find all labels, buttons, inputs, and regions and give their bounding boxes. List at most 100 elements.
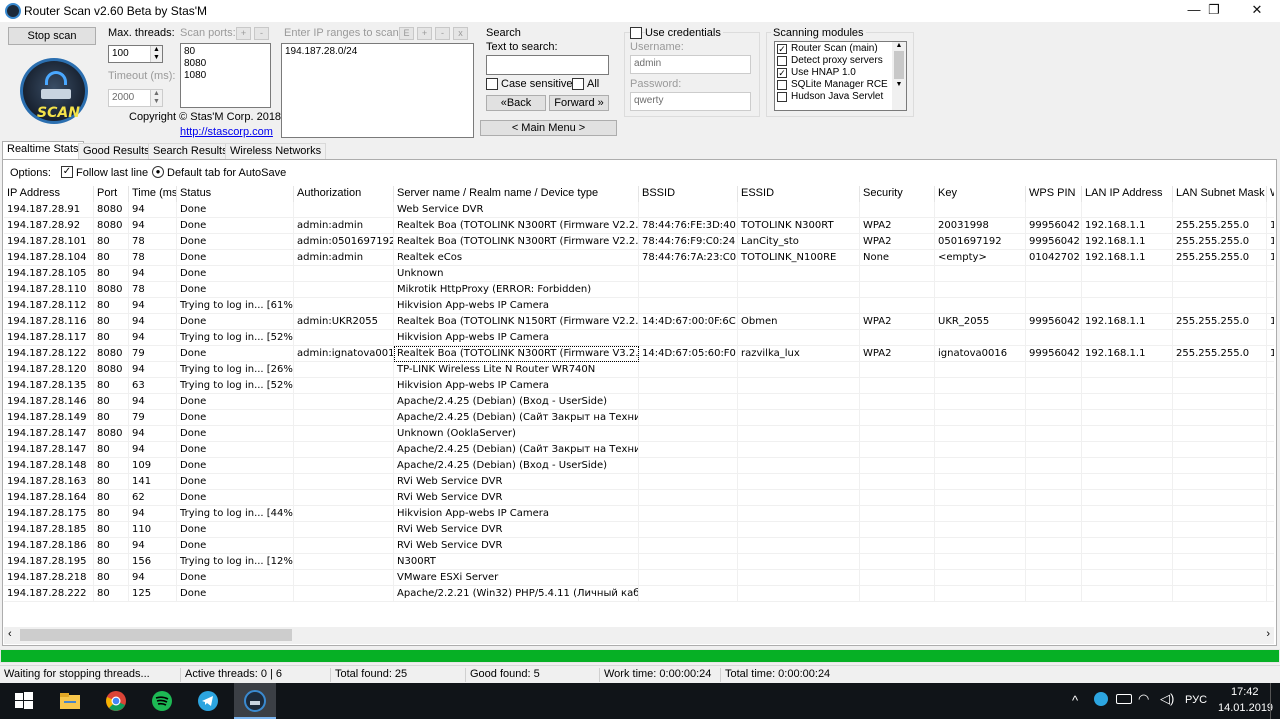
spotify-icon[interactable] [150, 689, 174, 713]
file-explorer-icon[interactable] [58, 689, 82, 713]
tab-good-results[interactable]: Good Results [78, 143, 155, 159]
forward-button[interactable]: Forward » [549, 95, 609, 111]
table-row[interactable]: 194.187.28.122 8080 79 Done admin:ignatova00… [4, 346, 1274, 362]
table-row[interactable]: 194.187.28.218 80 94 Done VMware ESXi Server [4, 570, 1274, 586]
table-row[interactable]: 194.187.28.147 8080 94 Done Unknown (OoklaSe… [4, 426, 1274, 442]
port-item[interactable]: 8080 [184, 58, 267, 70]
column-header[interactable]: Time (ms) [129, 186, 177, 202]
module-item[interactable]: ✓ Use HNAP 1.0 [777, 67, 904, 79]
module-checkbox[interactable] [777, 80, 787, 90]
telegram-icon[interactable] [196, 689, 220, 713]
column-header[interactable]: Security [860, 186, 935, 202]
tray-overflow-icon[interactable]: ^ [1072, 693, 1078, 708]
module-checkbox[interactable] [777, 56, 787, 66]
close-button[interactable]: ✕ [1237, 0, 1277, 22]
volume-icon[interactable]: ◁) [1160, 691, 1174, 707]
all-checkbox[interactable] [572, 78, 584, 90]
scanning-modules-list[interactable]: ✓ Router Scan (main) Detect proxy servers ✓… [774, 41, 907, 111]
default-tab-radio[interactable]: ● [152, 166, 164, 178]
ip-range-item[interactable]: 194.187.28.0/24 [285, 46, 470, 57]
column-header[interactable]: IP Address [4, 186, 94, 202]
table-row[interactable]: 194.187.28.105 80 94 Done Unknown [4, 266, 1274, 282]
tab-wireless-networks[interactable]: Wireless Networks [225, 143, 327, 159]
follow-last-line-checkbox[interactable]: ✓ [61, 166, 73, 178]
add-port-button[interactable]: + [236, 27, 251, 40]
windows-start-icon[interactable] [12, 689, 36, 713]
module-item[interactable]: SQLite Manager RCE [777, 79, 904, 91]
port-item[interactable]: 80 [184, 46, 267, 58]
timeout-spinner[interactable]: ▲ ▼ [150, 90, 162, 106]
clock-date[interactable]: 14.01.2019 [1218, 702, 1273, 714]
column-header[interactable]: Authorization [294, 186, 394, 202]
tab-search-results[interactable]: Search Results [148, 143, 233, 159]
table-row[interactable]: 194.187.28.146 80 94 Done Apache/2.4.25 (Deb… [4, 394, 1274, 410]
table-row[interactable]: 194.187.28.120 8080 94 Trying to log in... … [4, 362, 1274, 378]
table-row[interactable]: 194.187.28.91 8080 94 Done Web Service DVR [4, 202, 1274, 218]
column-header[interactable]: Port [94, 186, 129, 202]
table-row[interactable]: 194.187.28.186 80 94 Done RVi Web Service DV… [4, 538, 1274, 554]
timeout-input[interactable]: 2000 ▲ ▼ [108, 89, 163, 107]
chrome-icon[interactable] [104, 689, 128, 713]
use-credentials-checkbox[interactable] [630, 27, 642, 39]
table-row[interactable]: 194.187.28.164 80 62 Done RVi Web Service DV… [4, 490, 1274, 506]
column-header[interactable]: WPS PIN [1026, 186, 1082, 202]
scan-ports-list[interactable]: 80 8080 1080 [180, 43, 271, 108]
stop-scan-button[interactable]: Stop scan [8, 27, 96, 45]
column-header[interactable]: Status [177, 186, 294, 202]
column-header[interactable]: LAN IP Address [1082, 186, 1173, 202]
table-row[interactable]: 194.187.28.116 80 94 Done admin:UKR2055 Realt… [4, 314, 1274, 330]
column-header[interactable]: Key [935, 186, 1026, 202]
module-item[interactable]: ✓ Router Scan (main) [777, 43, 904, 55]
table-row[interactable]: 194.187.28.222 80 125 Done Apache/2.2.21 (Wi… [4, 586, 1274, 602]
table-row[interactable]: 194.187.28.92 8080 94 Done admin:admin Realte… [4, 218, 1274, 234]
case-sensitive-checkbox[interactable] [486, 78, 498, 90]
table-row[interactable]: 194.187.28.117 80 94 Trying to log in... [5… [4, 330, 1274, 346]
add-range-button[interactable]: + [417, 27, 432, 40]
table-row[interactable]: 194.187.28.148 80 109 Done Apache/2.4.25 (De… [4, 458, 1274, 474]
wifi-tray-icon[interactable]: ◠ [1138, 691, 1149, 707]
language-indicator[interactable]: РУС [1185, 694, 1207, 706]
table-row[interactable]: 194.187.28.147 80 94 Done Apache/2.4.25 (Deb… [4, 442, 1274, 458]
router-scan-taskbar-icon[interactable] [234, 683, 276, 719]
table-row[interactable]: 194.187.28.185 80 110 Done RVi Web Service D… [4, 522, 1274, 538]
horizontal-scrollbar[interactable]: ‹ › [4, 627, 1274, 644]
column-header[interactable]: Server name / Realm name / Device type [394, 186, 639, 202]
scroll-right-icon[interactable]: › [1266, 628, 1270, 640]
column-header[interactable]: LAN Subnet Mask [1173, 186, 1267, 202]
scrollbar-thumb[interactable] [20, 629, 292, 641]
clock-time[interactable]: 17:42 [1231, 686, 1259, 698]
username-input[interactable]: admin [630, 55, 751, 74]
module-checkbox[interactable]: ✓ [777, 68, 787, 78]
table-row[interactable]: 194.187.28.110 8080 78 Done Mikrotik HttpPro… [4, 282, 1274, 298]
table-row[interactable]: 194.187.28.175 80 94 Trying to log in... [4… [4, 506, 1274, 522]
scroll-left-icon[interactable]: ‹ [8, 628, 12, 640]
results-table[interactable]: IP Address Port Time (ms) Status Authorizati… [4, 186, 1274, 602]
remove-range-button[interactable]: - [435, 27, 450, 40]
module-item[interactable]: Detect proxy servers [777, 55, 904, 67]
show-desktop-button[interactable] [1270, 683, 1271, 719]
column-header[interactable]: BSSID [639, 186, 738, 202]
max-threads-spinner[interactable]: ▲ ▼ [150, 46, 162, 62]
password-input[interactable]: qwerty [630, 92, 751, 111]
table-row[interactable]: 194.187.28.135 80 63 Trying to log in... [5… [4, 378, 1274, 394]
modules-scrollbar[interactable]: ▲ ▼ [892, 42, 906, 110]
column-header[interactable]: W [1267, 186, 1274, 202]
website-link[interactable]: http://stascorp.com [180, 126, 273, 138]
port-item[interactable]: 1080 [184, 70, 267, 82]
tab-realtime-stats[interactable]: Realtime Stats [2, 141, 84, 160]
module-item[interactable]: Hudson Java Servlet [777, 91, 904, 103]
clear-ranges-button[interactable]: x [453, 27, 468, 40]
edit-range-button[interactable]: E [399, 27, 414, 40]
maximize-button[interactable]: ❐ [1194, 0, 1234, 22]
module-checkbox[interactable]: ✓ [777, 44, 787, 54]
main-menu-button[interactable]: < Main Menu > [480, 120, 617, 136]
table-row[interactable]: 194.187.28.149 80 79 Done Apache/2.4.25 (Deb… [4, 410, 1274, 426]
remove-port-button[interactable]: - [254, 27, 269, 40]
table-row[interactable]: 194.187.28.112 80 94 Trying to log in... [6… [4, 298, 1274, 314]
table-row[interactable]: 194.187.28.163 80 141 Done RVi Web Service D… [4, 474, 1274, 490]
max-threads-input[interactable]: 100 ▲ ▼ [108, 45, 163, 63]
column-header[interactable]: ESSID [738, 186, 860, 202]
ip-ranges-list[interactable]: 194.187.28.0/24 [281, 43, 474, 138]
table-row[interactable]: 194.187.28.195 80 156 Trying to log in... [… [4, 554, 1274, 570]
module-checkbox[interactable] [777, 92, 787, 102]
